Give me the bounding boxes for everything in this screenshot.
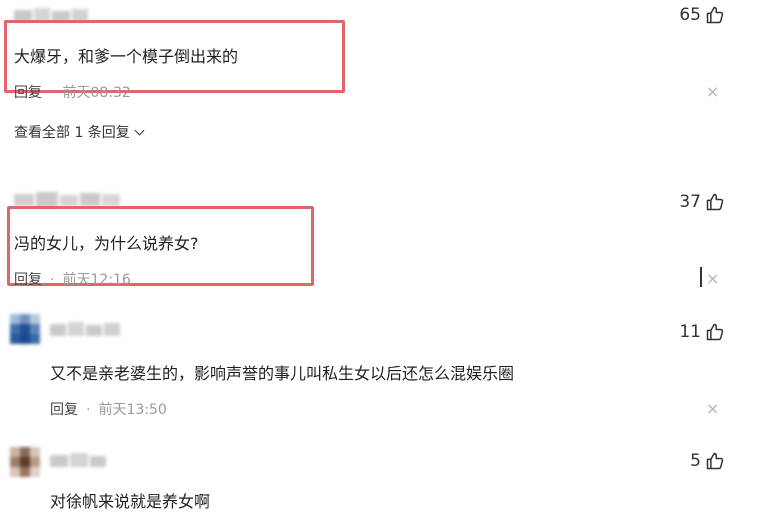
like-count-3[interactable]: 11 [679, 322, 725, 342]
separator-dot: · [50, 85, 55, 101]
avatar [10, 447, 40, 477]
thumbs-up-icon [706, 452, 724, 470]
close-icon[interactable]: × [706, 84, 719, 100]
username-blurred [50, 453, 108, 471]
like-count-2[interactable]: 37 [679, 192, 725, 212]
avatar [10, 314, 40, 344]
close-icon[interactable]: × [706, 271, 719, 287]
comment-meta-1: 回复 · 前天08:32 [14, 82, 131, 102]
timestamp: 前天13:50 [98, 402, 167, 418]
chevron-down-icon [134, 125, 145, 136]
comment-text-3: 又不是亲老婆生的，影响声誉的事儿叫私生女以后还怎么混娱乐圈 [50, 364, 515, 383]
reply-button[interactable]: 回复 [14, 85, 42, 101]
username-blurred [50, 322, 122, 340]
like-count-1[interactable]: 65 [679, 5, 725, 25]
separator-dot: · [86, 402, 91, 418]
text-cursor [700, 267, 702, 287]
timestamp: 前天12:16 [62, 272, 131, 288]
timestamp: 前天08:32 [62, 85, 131, 101]
thumbs-up-icon [706, 6, 724, 24]
close-icon[interactable]: × [706, 401, 719, 417]
separator-dot: · [50, 272, 55, 288]
thumbs-up-icon [706, 193, 724, 211]
reply-button[interactable]: 回复 [50, 402, 78, 418]
comment-text-4: 对徐帆来说就是养女啊 [50, 492, 211, 511]
view-all-replies-link[interactable]: 查看全部 1 条回复 [14, 122, 145, 142]
thumbs-up-icon [706, 323, 724, 341]
comment-meta-2: 回复 · 前天12:16 [14, 269, 131, 289]
reply-button[interactable]: 回复 [14, 272, 42, 288]
like-count-4[interactable]: 5 [690, 451, 725, 471]
comment-meta-3: 回复 · 前天13:50 [50, 399, 167, 419]
